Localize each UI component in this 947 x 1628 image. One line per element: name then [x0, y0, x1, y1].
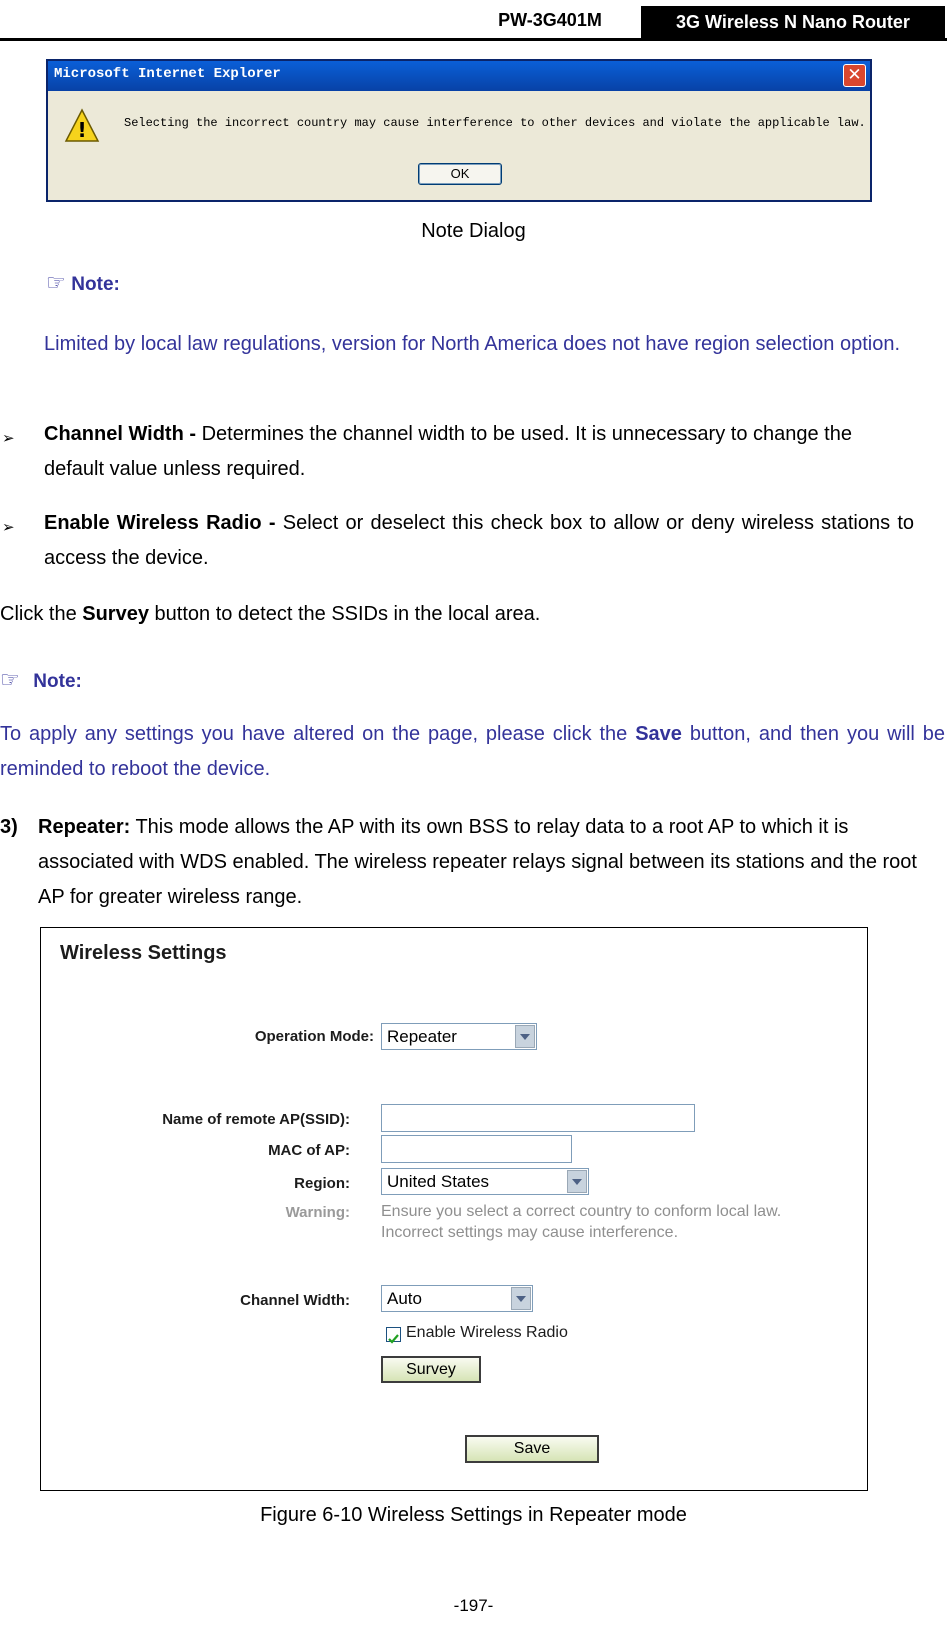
region-value: United States	[387, 1172, 490, 1191]
mac-input[interactable]	[381, 1135, 572, 1163]
header-rule	[0, 38, 947, 41]
enable-radio-checkbox[interactable]	[386, 1327, 401, 1344]
channel-width-label: Channel Width:	[240, 1292, 350, 1309]
item3-term: Repeater:	[38, 816, 131, 838]
mac-label: MAC of AP:	[268, 1142, 350, 1159]
save-button[interactable]: Save	[465, 1435, 599, 1463]
note2-bold: Save	[635, 723, 682, 745]
page-number: -197-	[453, 1596, 494, 1615]
close-icon[interactable]: ✕	[843, 64, 866, 87]
region-label: Region:	[294, 1175, 350, 1192]
bullet-icon: ➢	[2, 519, 15, 536]
dialog-title: Microsoft Internet Explorer	[54, 66, 281, 82]
check-icon	[388, 1334, 399, 1344]
bullet-channel-width: Channel Width - Determines the channel w…	[44, 417, 914, 487]
bullet-term: Enable Wireless Radio -	[44, 512, 283, 534]
survey-line-pre: Click the	[0, 603, 83, 625]
note2-text: To apply any settings you have altered o…	[0, 717, 945, 787]
ssid-input[interactable]	[381, 1104, 695, 1132]
channel-width-select[interactable]: Auto	[381, 1285, 533, 1312]
chevron-down-icon[interactable]	[567, 1170, 587, 1193]
header-product-tab: 3G Wireless N Nano Router	[641, 6, 945, 39]
survey-button[interactable]: Survey	[381, 1356, 481, 1383]
bullet-term: Channel Width -	[44, 423, 202, 445]
survey-line-post: button to detect the SSIDs in the local …	[148, 603, 541, 625]
warning-label: Warning:	[285, 1204, 350, 1221]
channel-width-value: Auto	[387, 1289, 422, 1308]
operation-mode-label: Operation Mode:	[254, 1028, 374, 1045]
header-model: PW-3G401M	[498, 10, 602, 30]
survey-line: Click the Survey button to detect the SS…	[0, 597, 540, 632]
note1-title: Note:	[71, 274, 120, 295]
pointing-hand-icon: ☞	[46, 270, 66, 295]
warning-icon: !	[64, 108, 100, 142]
bullet-icon: ➢	[2, 430, 15, 447]
note2-pre: To apply any settings you have altered o…	[0, 723, 636, 745]
item3-number-text: 3)	[0, 816, 18, 838]
warning-line-1: Ensure you select a correct country to c…	[381, 1203, 782, 1220]
note2-heading: ☞ Note:	[0, 667, 82, 693]
dialog-title-bar: Microsoft Internet Explorer ✕	[48, 61, 870, 91]
operation-mode-select[interactable]: Repeater	[381, 1023, 537, 1050]
chevron-down-icon[interactable]	[515, 1025, 535, 1048]
note1-heading: ☞ Note:	[46, 270, 120, 296]
ssid-label: Name of remote AP(SSID):	[162, 1111, 350, 1128]
survey-line-bold: Survey	[82, 603, 149, 625]
wireless-settings-panel: Wireless Settings Operation Mode: Repeat…	[40, 927, 868, 1491]
item3-number: 3)	[0, 810, 18, 845]
item3-body: This mode allows the AP with its own BSS…	[38, 816, 917, 908]
note2-title: Note:	[33, 671, 82, 692]
dialog-message: Selecting the incorrect country may caus…	[124, 116, 866, 130]
note1-text: Limited by local law regulations, versio…	[44, 333, 901, 355]
pointing-hand-icon: ☞	[0, 667, 20, 692]
item3-text: Repeater: This mode allows the AP with i…	[38, 810, 918, 915]
ie-alert-dialog: Microsoft Internet Explorer ✕ ! Selectin…	[46, 59, 872, 202]
chevron-down-icon[interactable]	[511, 1287, 531, 1310]
warning-glyph: !	[77, 118, 86, 142]
ok-button[interactable]: OK	[418, 163, 502, 185]
bullet-enable-radio: Enable Wireless Radio - Select or desele…	[44, 506, 914, 576]
caption-note-dialog: Note Dialog	[421, 220, 526, 242]
region-select[interactable]: United States	[381, 1168, 589, 1195]
enable-radio-label: Enable Wireless Radio	[406, 1324, 568, 1341]
operation-mode-value: Repeater	[387, 1027, 457, 1046]
warning-line-2: Incorrect settings may cause interferenc…	[381, 1224, 679, 1241]
ws-title: Wireless Settings	[60, 942, 227, 964]
caption-figure: Figure 6-10 Wireless Settings in Repeate…	[260, 1504, 687, 1526]
